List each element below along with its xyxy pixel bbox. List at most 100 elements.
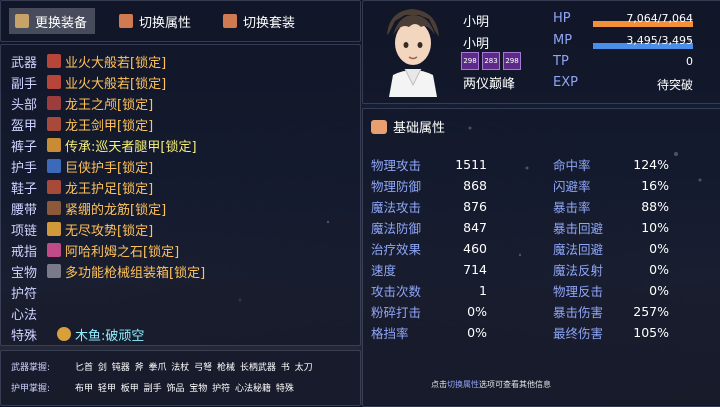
equip-slot-shoes[interactable]: 鞋子 龙王护足[锁定] [11,177,153,197]
stat-value: 0% [467,303,487,319]
stat-label: 格挡率 [371,325,409,341]
tab-switch-set[interactable]: 切换套装 [217,8,303,34]
item-name: 巨侠护手[锁定] [65,160,154,176]
tp-label: TP [553,54,569,69]
character-class: 小明 [463,37,490,52]
buff-icon: 298 [461,52,479,70]
help-hint: 点击切换属性选项可查看其他信息 [431,379,551,390]
stat-row: 魔法攻击 876 [371,196,487,216]
stat-row: 魔法防御 847 [371,217,487,237]
tab-switch-attributes[interactable]: 切换属性 [113,8,199,34]
buff-icon: 283 [482,52,500,70]
glove-icon [47,159,61,173]
hp-label: HP [553,11,571,26]
hint-text: 点击 [431,380,447,389]
stat-value: 0% [649,240,669,256]
slot-label: 特殊 [11,328,38,344]
slot-label: 副手 [11,76,38,92]
boot-icon [47,180,61,194]
slot-label: 心法 [11,307,38,323]
stat-label: 速度 [371,262,397,278]
stat-label: 物理攻击 [371,157,422,173]
item-name: 多功能枪械组装箱[锁定] [65,265,206,281]
flexed-arm-icon [371,119,387,134]
slot-label: 武器 [11,55,38,71]
slot-label: 腰带 [11,202,38,218]
mp-label: MP [553,33,573,48]
stat-row: 治疗效果 460 [371,238,487,258]
stat-label: 魔法反射 [553,262,604,278]
equip-slot-technique[interactable]: 心法 [11,303,47,323]
stat-row: 物理反击 0% [553,280,669,300]
stats-title-label: 基础属性 [393,121,446,136]
armor-mastery-label: 护甲掌握: [11,383,51,394]
stat-value: 105% [633,324,669,340]
equip-slot-special[interactable]: 特殊 木鱼:破顽空 [11,324,144,344]
stat-value: 0% [649,261,669,277]
stat-value: 124% [633,156,669,172]
necklace-icon [47,222,61,236]
equip-slot-offhand[interactable]: 副手 业火大般若[锁定] [11,72,166,92]
exp-value: 待突破 [656,78,693,92]
stat-value: 1 [479,282,487,298]
equip-slot-weapon[interactable]: 武器 业火大般若[锁定] [11,51,166,71]
stat-label: 物理反击 [553,283,604,299]
stat-label: 暴击率 [553,199,591,215]
equipment-tabs: 更换装备 切换属性 切换套装 [0,0,361,42]
stat-label: 暴击回避 [553,220,604,236]
slot-label: 护符 [11,286,38,302]
leg-armor-icon [47,138,61,152]
slot-label: 戒指 [11,244,38,260]
item-name: 业火大般若[锁定] [65,76,167,92]
stat-label: 治疗效果 [371,241,422,257]
stat-row: 物理防御 868 [371,175,487,195]
equip-slot-ring[interactable]: 戒指 阿哈利姆之石[锁定] [11,240,179,260]
item-name: 紧绷的龙筋[锁定] [65,202,167,218]
stat-label: 魔法回避 [553,241,604,257]
stat-row: 闪避率 16% [553,175,669,195]
stat-label: 最终伤害 [553,325,604,341]
equip-slot-amulet[interactable]: 护符 [11,282,47,302]
equip-slot-belt[interactable]: 腰带 紧绷的龙筋[锁定] [11,198,166,218]
stat-label: 暴击伤害 [553,304,604,320]
stat-label: 闪避率 [553,178,591,194]
tab-label: 切换属性 [139,15,192,31]
item-name: 传承:巡天者腿甲[锁定] [65,139,197,155]
armor-mastery-row: 护甲掌握: 布甲 轻甲 板甲 副手 饰品 宝物 护符 心法秘籍 特殊 [11,379,294,395]
stat-row: 魔法回避 0% [553,238,669,258]
state-icons: 298 283 298 [461,52,524,70]
slot-label: 头部 [11,97,38,113]
item-name: 阿哈利姆之石[锁定] [65,244,180,260]
equip-slot-head[interactable]: 头部 龙王之颅[锁定] [11,93,153,113]
weapon-mastery-values: 匕首 剑 钝器 斧 拳爪 法杖 弓弩 枪械 长柄武器 书 太刀 [75,362,313,373]
stat-label: 攻击次数 [371,283,422,299]
mp-value: 3,495/3,495 [626,34,693,47]
buff-icon: 298 [503,52,521,70]
stat-value: 0% [467,324,487,340]
character-status: 小明 小明 298 283 298 两仪巅峰 HP 7,064/7,064 MP… [362,0,720,104]
equip-slot-gloves[interactable]: 护手 巨侠护手[锁定] [11,156,153,176]
equip-slot-pants[interactable]: 裤子 传承:巡天者腿甲[锁定] [11,135,197,155]
stat-row: 暴击回避 10% [553,217,669,237]
equip-slot-necklace[interactable]: 项链 无尽攻势[锁定] [11,219,153,239]
hint-text: 选项可查看其他信息 [479,380,551,389]
stat-value: 16% [641,177,669,193]
weapon-mastery-label: 武器掌握: [11,362,51,373]
equip-slot-treasure[interactable]: 宝物 多功能枪械组装箱[锁定] [11,261,205,281]
stat-label: 魔法防御 [371,220,422,236]
stat-row: 魔法反射 0% [553,259,669,279]
stat-value: 460 [463,240,487,256]
item-name: 木鱼:破顽空 [75,328,145,344]
basic-attributes-panel: 基础属性 物理攻击 1511 物理防御 868 魔法攻击 876 魔法防御 84… [362,108,720,407]
stat-row: 速度 714 [371,259,487,279]
hint-highlight: 切换属性 [447,380,479,389]
stat-row: 命中率 124% [553,154,669,174]
tab-change-equipment[interactable]: 更换装备 [9,8,96,34]
stat-row: 最终伤害 105% [553,322,669,342]
equip-slot-armor[interactable]: 盔甲 龙王剑甲[锁定] [11,114,153,134]
weapon-mastery-row: 武器掌握: 匕首 剑 钝器 斧 拳爪 法杖 弓弩 枪械 长柄武器 书 太刀 [11,358,313,374]
stat-value: 868 [463,177,487,193]
stat-label: 命中率 [553,157,591,173]
armor-shirt-icon [119,14,134,28]
stat-row: 物理攻击 1511 [371,154,487,174]
